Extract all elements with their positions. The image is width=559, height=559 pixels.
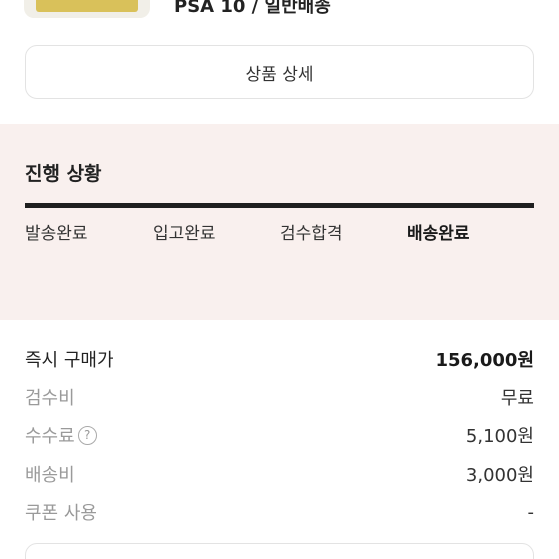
shipping-fee-label: 배송비 [25,465,75,486]
instant-buy-label: 즉시 구매가 [25,350,114,371]
commission-row: 수수료 ? 5,100원 [25,422,534,448]
progress-step-shipped: 발송완료 [25,224,88,244]
progress-step-delivered: 배송완료 [407,224,470,244]
product-detail-button[interactable]: 상품 상세 [25,45,534,99]
graded-card-image [36,0,138,12]
instant-buy-price-row: 즉시 구매가 156,000원 [25,346,534,372]
coupon-label: 쿠폰 사용 [25,503,97,524]
shipping-fee-row: 배송비 3,000원 [25,461,534,487]
commission-label: 수수료 [25,426,75,447]
bottom-action-box[interactable] [25,543,534,559]
progress-section: 진행 상황 발송완료 입고완료 검수합격 배송완료 [0,124,559,320]
inspection-fee-value: 무료 [500,388,534,409]
coupon-row: 쿠폰 사용 - [25,499,534,525]
commission-label-group: 수수료 ? [25,422,97,448]
product-summary[interactable]: PSA 10 / 일반배송 [0,0,559,18]
coupon-value: - [527,501,535,523]
product-thumbnail [24,0,150,18]
progress-step-received: 입고완료 [153,224,216,244]
progress-title: 진행 상황 [25,163,102,185]
progress-step-inspection-passed: 검수합격 [280,224,343,244]
shipping-fee-value: 3,000원 [465,465,534,486]
question-circle-icon[interactable]: ? [77,425,97,445]
inspection-fee-label: 검수비 [25,388,75,409]
progress-bar [25,203,534,208]
commission-value: 5,100원 [465,426,534,447]
inspection-fee-row: 검수비 무료 [25,384,534,410]
product-name: PSA 10 / 일반배송 [174,0,331,17]
instant-buy-value: 156,000원 [435,350,534,371]
